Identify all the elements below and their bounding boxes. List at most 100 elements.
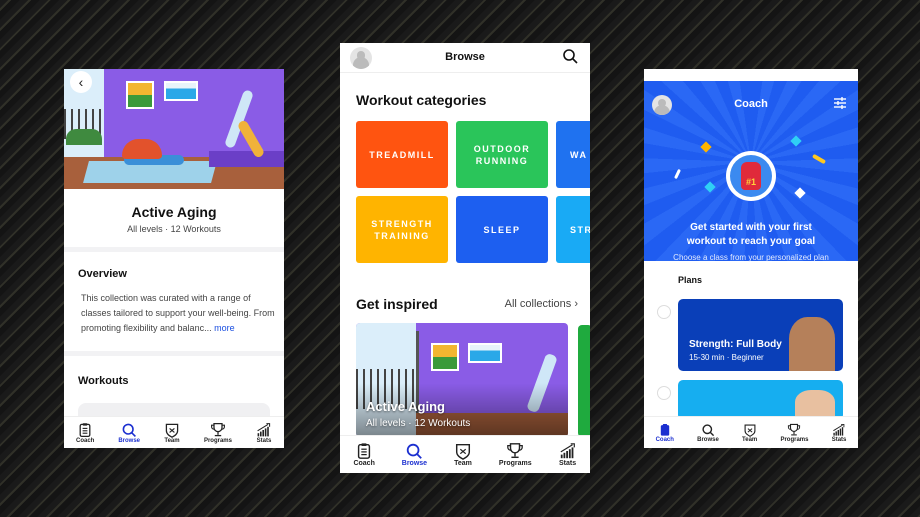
tab-browse[interactable]: Browse	[697, 423, 719, 443]
confetti	[674, 168, 681, 180]
category-label: STRENGTH TRAINING	[371, 218, 433, 241]
clipboard-icon	[79, 422, 91, 437]
header: Browse	[340, 43, 590, 73]
search-icon[interactable]	[562, 48, 578, 64]
trophy-icon	[211, 422, 225, 436]
back-button[interactable]: ‹	[70, 71, 92, 93]
tab-label: Stats	[558, 460, 577, 467]
divider	[64, 351, 284, 356]
category-label: OUTDOOR RUNNING	[473, 143, 531, 166]
plan-card[interactable]	[678, 380, 843, 420]
plan-radio[interactable]	[657, 305, 671, 319]
tab-label: Programs	[780, 436, 809, 443]
tab-label: Programs	[203, 437, 232, 444]
plan-image	[789, 317, 835, 371]
category-label: WA	[570, 149, 588, 160]
tab-label: Stats	[831, 436, 847, 443]
tab-label: Coach	[655, 436, 674, 443]
tab-coach[interactable]: Coach	[76, 422, 94, 444]
all-collections-label: All collections	[504, 298, 572, 310]
featured-collection-card[interactable]: Active Aging All levels · 12 Workouts	[356, 323, 568, 437]
tab-label: Team	[742, 436, 758, 443]
page-title: Browse	[445, 51, 485, 63]
trophy-icon	[507, 443, 524, 459]
plan-subtitle: 15-30 min · Beginner	[689, 353, 764, 362]
category-tile[interactable]: SLEEP	[456, 196, 548, 263]
team-shield-icon	[455, 443, 471, 460]
filter-sliders-icon[interactable]	[834, 97, 846, 109]
chevron-left-icon: ‹	[78, 74, 84, 90]
overview-body: This collection was curated with a range…	[81, 293, 275, 333]
inspired-heading: Get inspired	[356, 296, 438, 312]
plan-title: Strength: Full Body	[689, 339, 782, 350]
clipboard-icon	[358, 443, 371, 459]
featured-subtitle: All levels · 12 Workouts	[366, 418, 471, 429]
chevron-right-icon: ›	[574, 298, 578, 310]
plans-heading: Plans	[678, 275, 703, 285]
plan-card[interactable]: Strength: Full Body 15-30 min · Beginner	[678, 299, 843, 371]
tab-label: Browse	[697, 436, 719, 443]
next-collection-card[interactable]	[578, 325, 590, 437]
coach-screen: Coach #1 Get started with your first wor…	[644, 69, 858, 448]
tab-coach[interactable]: Coach	[353, 442, 375, 467]
tab-team[interactable]: Team	[742, 423, 757, 443]
tab-label: Coach	[75, 437, 95, 444]
categories-heading: Workout categories	[356, 92, 487, 108]
stats-chart-icon	[833, 423, 845, 436]
more-link[interactable]: more	[214, 323, 235, 333]
search-icon	[122, 423, 137, 437]
tab-label: Team	[454, 460, 472, 467]
confetti	[700, 141, 712, 153]
overview-heading: Overview	[78, 268, 127, 280]
collection-screen: ‹ Active Aging All levels · 12 Workouts …	[64, 69, 284, 448]
divider	[64, 247, 284, 252]
plan-radio[interactable]	[657, 386, 671, 400]
confetti	[704, 181, 716, 193]
team-shield-icon	[744, 424, 756, 437]
category-tile[interactable]: OUTDOOR RUNNING	[456, 121, 548, 188]
confetti	[811, 153, 827, 165]
tab-label: Programs	[498, 460, 532, 467]
tab-label: Team	[164, 437, 180, 444]
tab-programs[interactable]: Programs	[204, 422, 232, 444]
category-label: TREADMILL	[369, 149, 435, 160]
featured-title: Active Aging	[366, 399, 445, 414]
tab-stats[interactable]: Stats	[256, 422, 272, 444]
foam-finger-icon: #1	[741, 162, 761, 190]
achievement-badge: #1	[726, 151, 776, 201]
tab-coach[interactable]: Coach	[656, 423, 674, 443]
category-tile[interactable]: STR	[556, 196, 590, 263]
tab-browse[interactable]: Browse	[402, 442, 427, 467]
tab-team[interactable]: Team	[164, 422, 180, 444]
tab-stats[interactable]: Stats	[559, 442, 577, 467]
tab-label: Stats	[256, 437, 272, 444]
collection-title: Active Aging	[131, 204, 217, 220]
tab-programs[interactable]: Programs	[780, 423, 808, 443]
tab-browse[interactable]: Browse	[118, 422, 140, 444]
tab-programs[interactable]: Programs	[499, 442, 532, 467]
category-tile[interactable]: STRENGTH TRAINING	[356, 196, 448, 263]
category-tile[interactable]: WA	[556, 121, 590, 188]
tab-bar: Coach Browse Team Programs Stats	[64, 416, 284, 448]
tab-label: Browse	[401, 460, 428, 467]
overview-text: This collection was curated with a range…	[81, 291, 276, 336]
category-label: SLEEP	[483, 224, 521, 235]
category-tile[interactable]: TREADMILL	[356, 121, 448, 188]
browse-screen: Browse Workout categories TREADMILL OUTDO…	[340, 43, 590, 473]
page-title: Coach	[734, 98, 768, 110]
tab-stats[interactable]: Stats	[831, 423, 847, 443]
coach-headline: Get started with your first workout to r…	[686, 222, 816, 247]
workouts-heading: Workouts	[78, 375, 129, 387]
tab-label: Browse	[118, 437, 140, 444]
collection-hero-image: ‹	[64, 69, 284, 189]
stats-chart-icon	[257, 422, 271, 436]
collection-subtitle: All levels · 12 Workouts	[127, 224, 221, 234]
coach-subline: Choose a class from your personalized pl…	[673, 253, 829, 262]
tab-team[interactable]: Team	[454, 442, 472, 467]
tab-bar: Coach Browse Team Programs Stats	[644, 416, 858, 448]
search-icon	[407, 443, 423, 459]
team-shield-icon	[165, 423, 179, 438]
search-icon	[702, 423, 715, 436]
all-collections-link[interactable]: All collections ›	[505, 298, 578, 310]
category-label: STR	[570, 224, 590, 235]
